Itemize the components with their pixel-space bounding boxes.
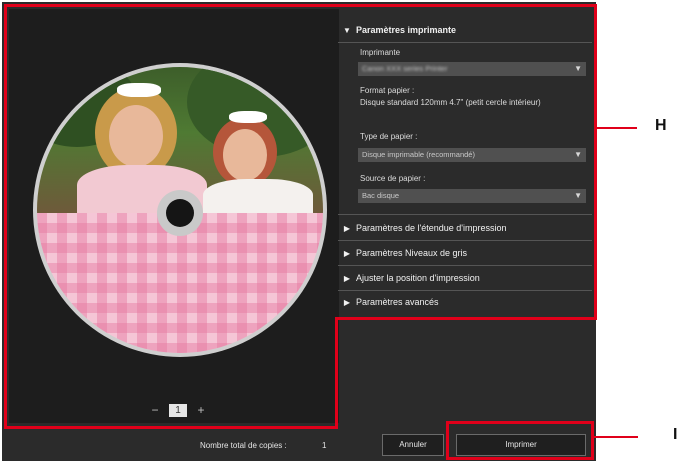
total-copies-label: Nombre total de copies : bbox=[200, 441, 287, 450]
callout-line-h bbox=[597, 127, 637, 129]
callout-h-label: H bbox=[655, 117, 667, 134]
highlight-box-i bbox=[446, 421, 594, 460]
callout-line-i bbox=[594, 436, 638, 438]
highlight-box-h-left bbox=[4, 4, 338, 429]
total-copies-value: 1 bbox=[322, 441, 327, 450]
callout-i-label: I bbox=[673, 426, 678, 443]
cancel-button[interactable]: Annuler bbox=[382, 434, 444, 456]
